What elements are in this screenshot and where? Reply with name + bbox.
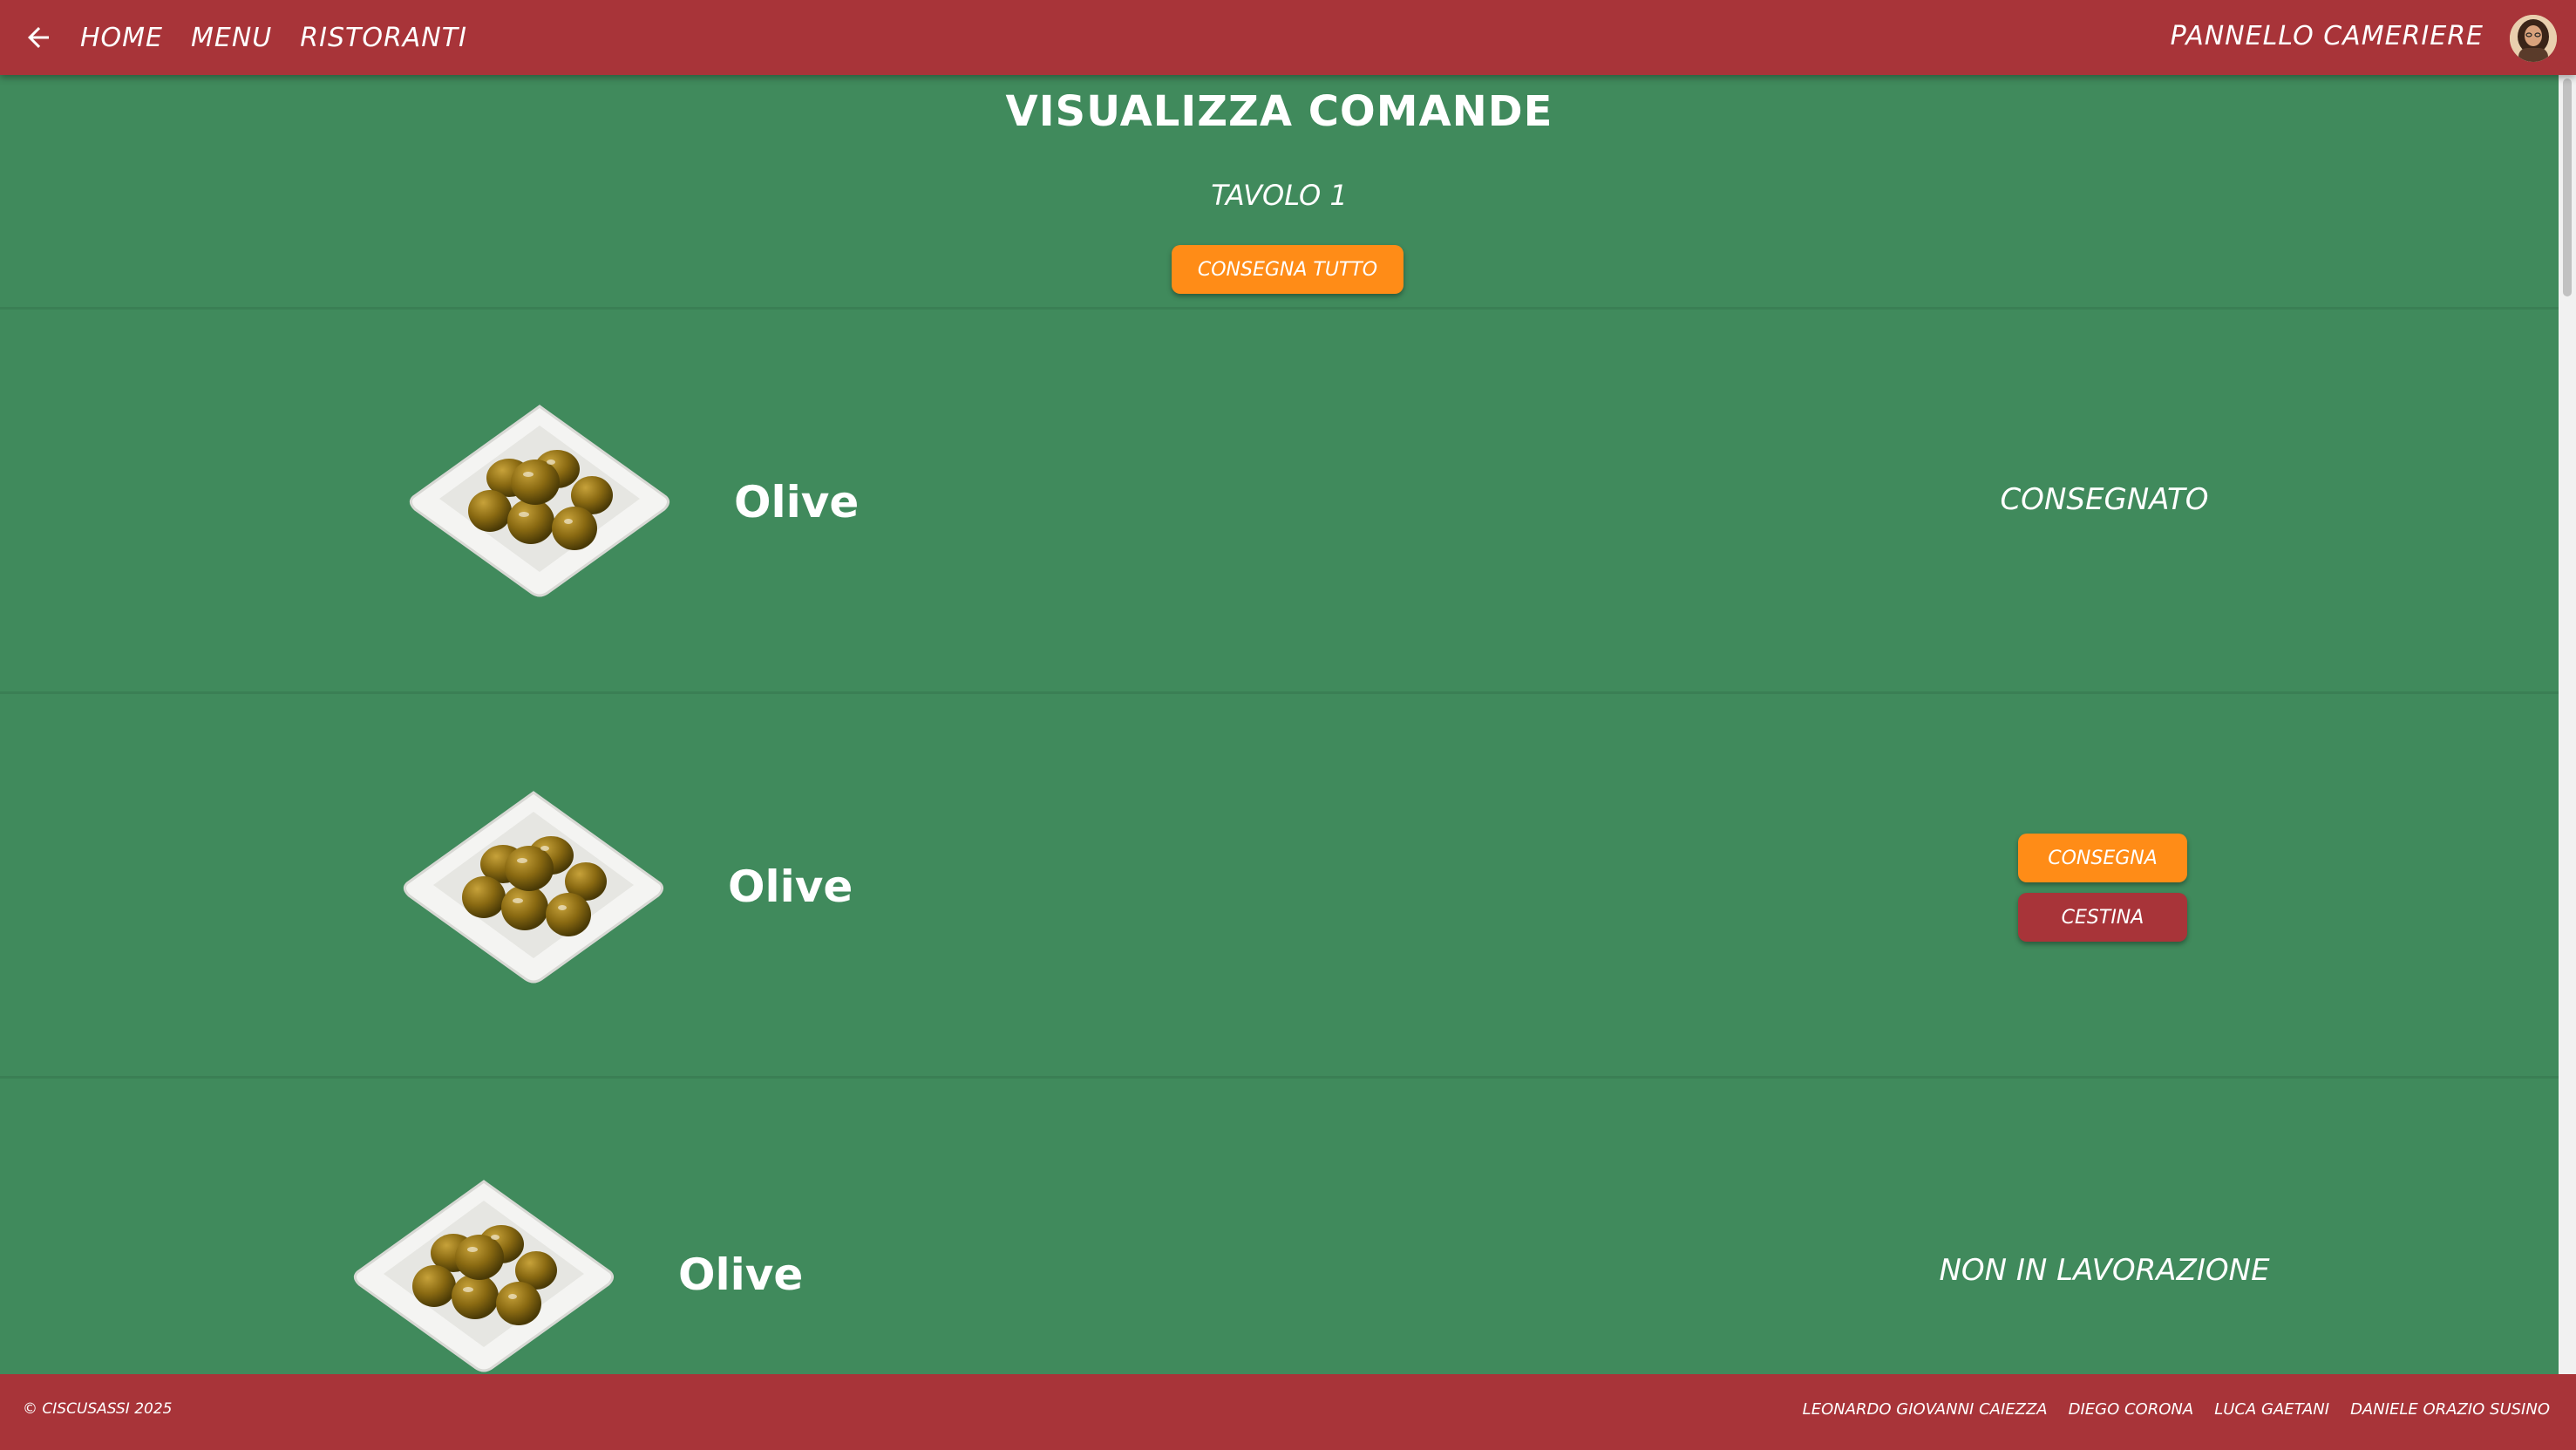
author-name: LEONARDO GIOVANNI CAIEZZA — [1802, 1400, 2048, 1419]
deliver-all-button[interactable]: CONSEGNA TUTTO — [1172, 245, 1404, 294]
dish-name: Olive — [678, 1249, 804, 1300]
order-row: Olive CONSEGNA CESTINA — [0, 694, 2559, 1078]
back-arrow-icon[interactable] — [19, 18, 58, 57]
user-avatar[interactable] — [2510, 15, 2557, 62]
scrollbar-thumb[interactable] — [2563, 78, 2572, 296]
top-navbar: HOME MENU RISTORANTI PANNELLO CAMERIERE — [0, 0, 2576, 75]
nav-menu-link[interactable]: MENU — [191, 23, 272, 53]
nav-home-link[interactable]: HOME — [80, 23, 163, 53]
dish-name: Olive — [728, 861, 853, 912]
order-row: Olive CONSEGNATO — [0, 310, 2559, 693]
olive-dish-image — [353, 1180, 615, 1372]
copyright-text: © CISCUSASSI 2025 — [23, 1400, 173, 1418]
order-status: CONSEGNATO — [2000, 482, 2209, 517]
authors-list: LEONARDO GIOVANNI CAIEZZA DIEGO CORONA L… — [1803, 1400, 2550, 1419]
page-title: VISUALIZZA COMANDE — [1005, 87, 1553, 136]
dish-name: Olive — [734, 477, 860, 528]
nav-ristoranti-link[interactable]: RISTORANTI — [300, 23, 467, 53]
order-status: NON IN LAVORAZIONE — [1939, 1253, 2270, 1288]
waiter-panel-link[interactable]: PANNELLO CAMERIERE — [2171, 21, 2484, 51]
olive-dish-image — [403, 791, 664, 984]
deliver-button[interactable]: CONSEGNA — [2018, 834, 2187, 882]
olive-dish-image — [409, 405, 670, 597]
footer: © CISCUSASSI 2025 LEONARDO GIOVANNI CAIE… — [0, 1374, 2576, 1450]
table-label: TAVOLO 1 — [1211, 179, 1348, 212]
author-name: DIEGO CORONA — [2068, 1400, 2194, 1419]
author-name: LUCA GAETANI — [2214, 1400, 2330, 1419]
main-nav: HOME MENU RISTORANTI — [80, 0, 467, 75]
trash-button[interactable]: CESTINA — [2018, 893, 2187, 942]
author-name: DANIELE ORAZIO SUSINO — [2350, 1400, 2550, 1419]
page-scrollbar[interactable] — [2559, 75, 2576, 1374]
